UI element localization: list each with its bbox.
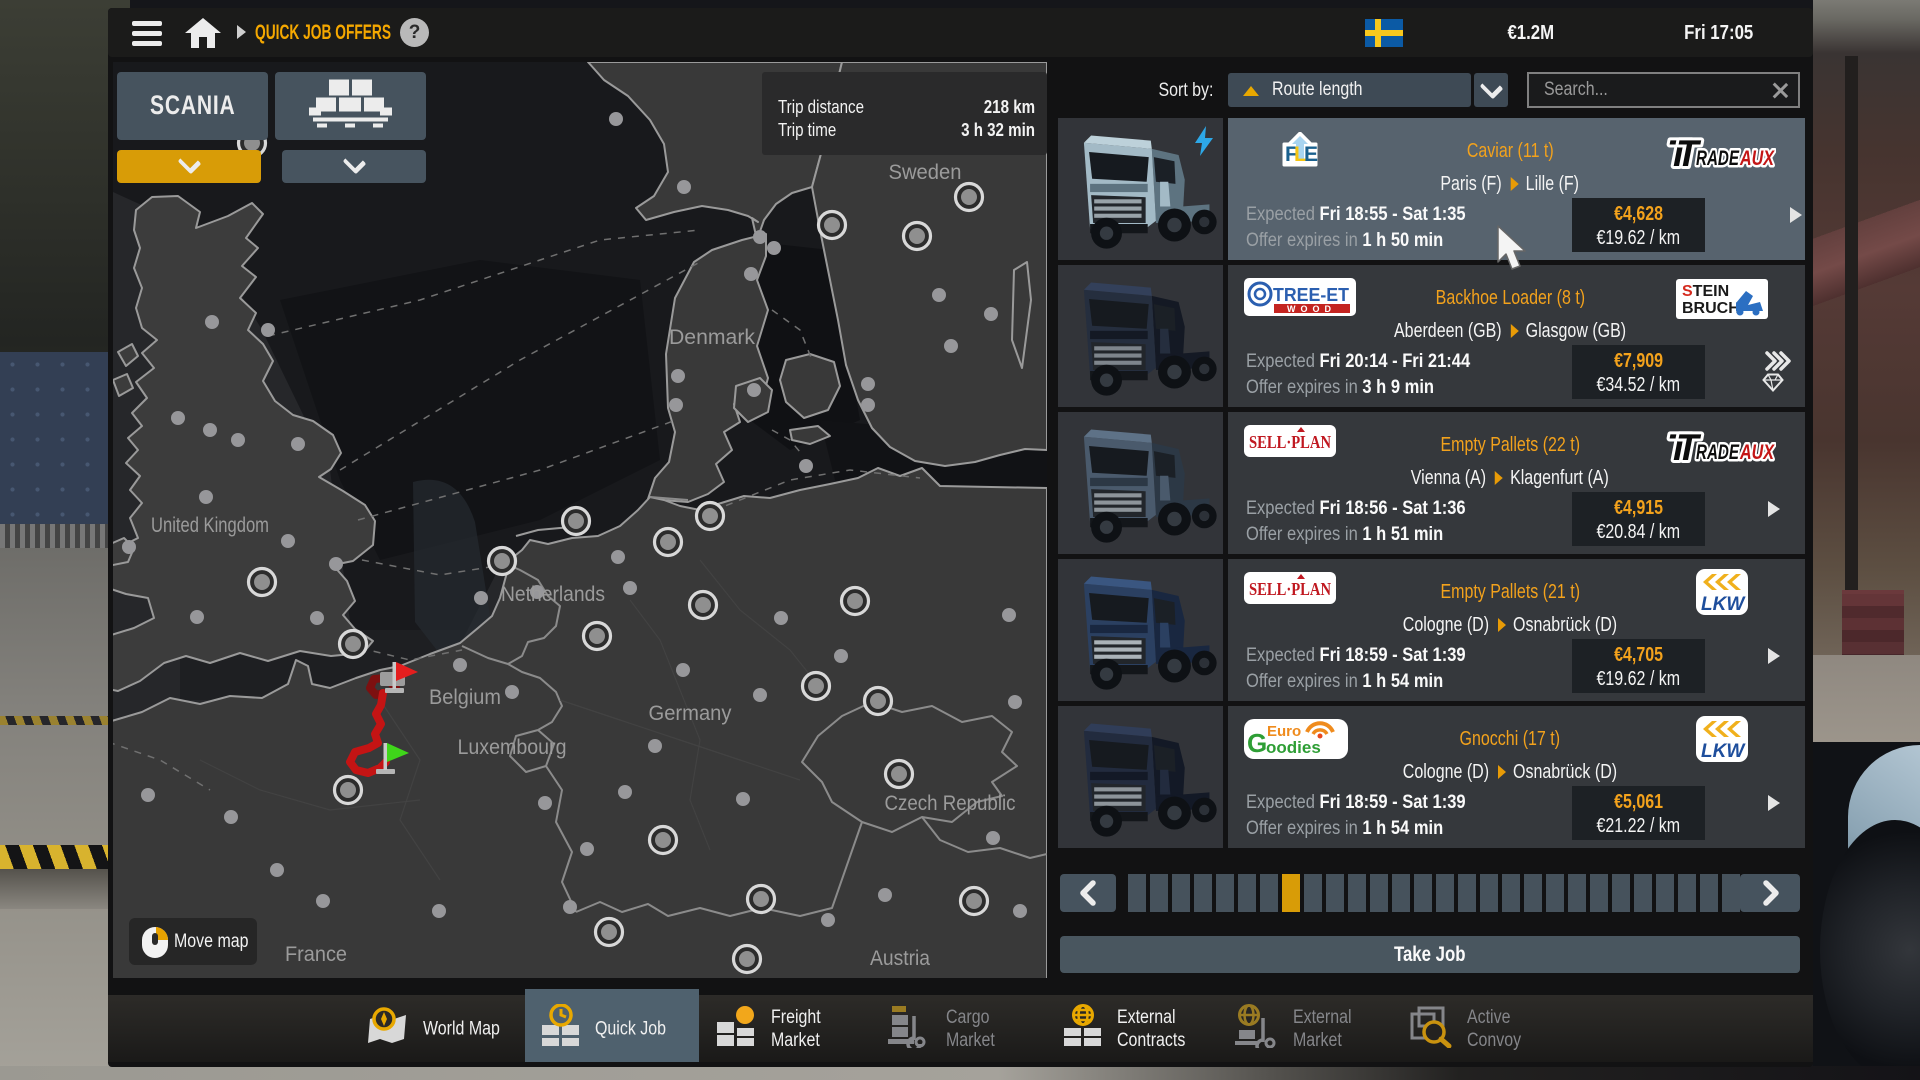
svg-text:Czech Republic: Czech Republic <box>885 792 1016 815</box>
svg-text:Austria: Austria <box>870 947 930 970</box>
svg-text:France: France <box>285 943 347 966</box>
svg-text:Netherlands: Netherlands <box>501 583 605 606</box>
svg-text:Germany: Germany <box>649 702 732 725</box>
svg-text:Luxembourg: Luxembourg <box>458 736 567 759</box>
svg-text:Belgium: Belgium <box>429 686 501 709</box>
svg-text:Denmark: Denmark <box>669 326 755 349</box>
svg-text:United Kingdom: United Kingdom <box>151 514 269 537</box>
svg-text:Sweden: Sweden <box>889 161 962 184</box>
